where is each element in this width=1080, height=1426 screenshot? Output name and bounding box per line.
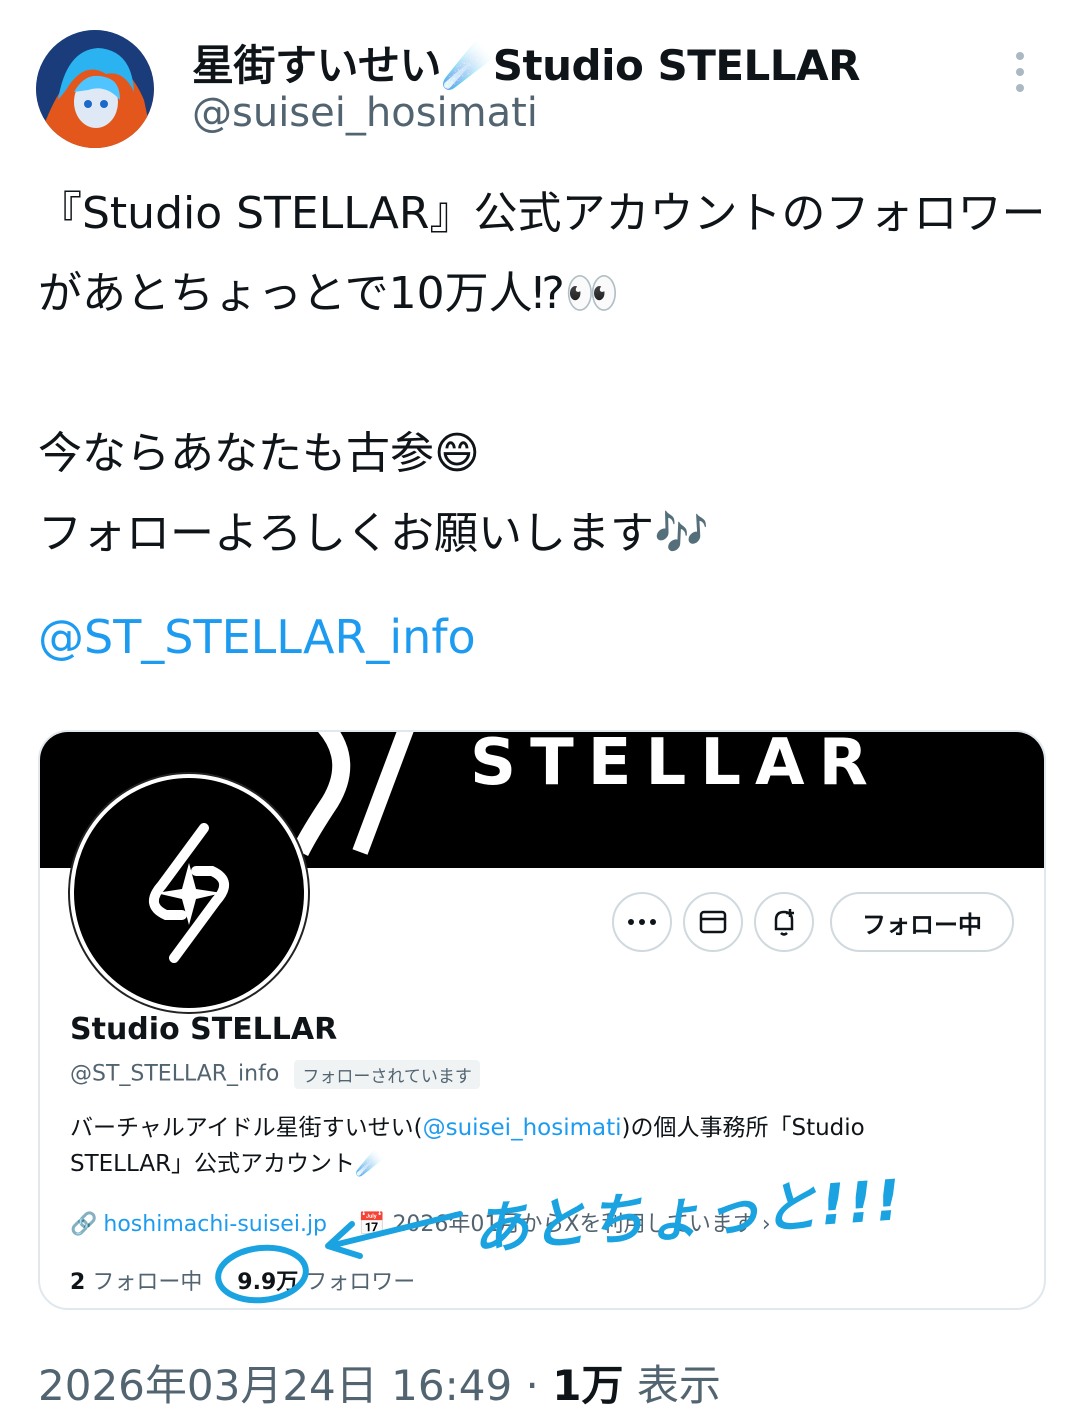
tweet-text: 『Studio STELLAR』公式アカウントのフォロワーがあとちょっとで10万… [38, 188, 1046, 559]
profile-name: Studio STELLAR [70, 1012, 338, 1047]
views-count: 1万 [552, 1361, 624, 1410]
profile-stats: 2 フォロー中 9.9万 フォロワー [70, 1264, 415, 1296]
following-label[interactable]: フォロー中 [92, 1270, 202, 1295]
following-count[interactable]: 2 [70, 1270, 85, 1295]
profile-screenshot-card[interactable]: STELLAR フォロー中 Studio STELLAR @ST_STELLAR… [38, 730, 1046, 1310]
calendar-icon: 📅 [358, 1212, 386, 1237]
notification-add-icon [774, 909, 794, 936]
profile-url-link[interactable]: hoshimachi-suisei.jp [103, 1212, 327, 1237]
tweet-timestamp[interactable]: 2026年03月24日 16:49 · [38, 1361, 552, 1410]
more-horizontal-icon [628, 919, 656, 925]
followers-label[interactable]: フォロワー [305, 1270, 415, 1295]
tweet-mention-link[interactable]: @ST_STELLAR_info [38, 610, 476, 664]
notifications-button[interactable] [754, 892, 814, 952]
profile-handle: @ST_STELLAR_info フォローされています [70, 1060, 480, 1089]
profile-handle-text: @ST_STELLAR_info [70, 1061, 280, 1087]
bio-prefix: バーチャルアイドル星街すいせい( [70, 1115, 423, 1141]
tweet-footer: 2026年03月24日 16:49 · 1万 表示 [38, 1352, 721, 1413]
author-display-name[interactable]: 星街すいせい☄️Studio STELLAR [192, 32, 860, 93]
tweet-header: 星街すいせい☄️Studio STELLAR @suisei_hosimati [0, 0, 1080, 160]
more-options-button[interactable] [612, 892, 672, 952]
more-vertical-icon[interactable] [1008, 52, 1032, 92]
mail-icon [699, 910, 727, 934]
views-label: 表示 [636, 1361, 721, 1410]
banner-text: STELLAR [470, 732, 882, 800]
bio-mention-link[interactable]: @suisei_hosimati [423, 1115, 622, 1141]
link-icon: 🔗 [70, 1212, 98, 1237]
author-handle[interactable]: @suisei_hosimati [192, 90, 538, 136]
stellar-emblem-icon [149, 823, 229, 963]
follows-you-badge: フォローされています [294, 1060, 480, 1089]
followers-count[interactable]: 9.9万 [237, 1270, 298, 1295]
author-avatar[interactable] [36, 30, 154, 148]
profile-avatar [70, 774, 308, 1012]
following-button[interactable]: フォロー中 [830, 892, 1014, 952]
message-button[interactable] [683, 892, 743, 952]
